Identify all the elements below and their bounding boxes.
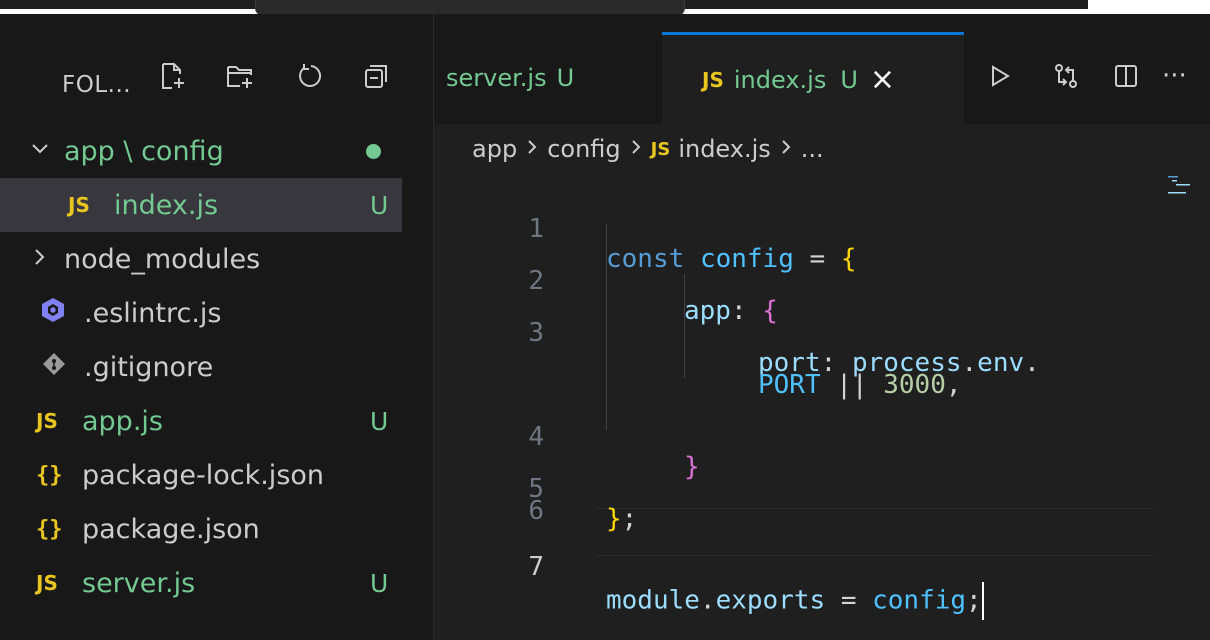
tree-item-index-js[interactable]: JS index.js U — [0, 178, 402, 232]
explorer-header: FOL... — [0, 14, 434, 124]
explorer-sidebar: FOL... app \ config JS index.js U node_m… — [0, 14, 434, 640]
folder-label: node_modules — [64, 243, 261, 275]
untracked-badge: U — [370, 568, 389, 598]
new-folder-icon — [227, 66, 252, 88]
code-line: 6 — [434, 496, 1210, 526]
tab-status: U — [840, 65, 858, 94]
js-icon: JS — [702, 67, 724, 92]
tab-index-js[interactable]: JS index.js U × — [662, 32, 964, 124]
file-label: server.js — [82, 567, 196, 599]
breadcrumb-item[interactable]: app — [472, 135, 517, 163]
tree-folder-app-config[interactable]: app \ config — [0, 124, 434, 178]
js-icon: JS — [36, 409, 58, 433]
file-label: package-lock.json — [82, 459, 325, 491]
breadcrumb: app config JS index.js ... — [434, 126, 824, 172]
git-icon — [42, 352, 66, 383]
code-line: 2 app: { — [434, 236, 1210, 326]
tab-status: U — [556, 64, 575, 92]
tab-server-js[interactable]: server.js U — [434, 32, 662, 124]
compare-changes-icon — [1055, 64, 1077, 88]
tree-item-package-json[interactable]: {} package.json — [0, 502, 434, 556]
chevron-right-icon — [525, 137, 539, 162]
folder-label: app \ config — [64, 135, 224, 167]
new-file-button[interactable] — [150, 54, 194, 98]
changes-dot — [366, 143, 381, 159]
js-icon: JS — [36, 571, 58, 595]
eslint-icon — [40, 297, 66, 330]
file-label: app.js — [82, 405, 163, 437]
run-icon — [992, 65, 1010, 87]
tree-item-gitignore[interactable]: .gitignore — [0, 340, 434, 394]
code-line: 4 } — [434, 392, 1210, 482]
tree-folder-node-modules[interactable]: node_modules — [0, 232, 434, 286]
json-icon: {} — [36, 516, 63, 542]
json-icon: {} — [36, 462, 63, 488]
new-folder-button[interactable] — [218, 54, 262, 98]
breadcrumb-item[interactable]: ... — [801, 135, 824, 163]
tab-label: server.js — [446, 64, 547, 92]
line-number: 7 — [528, 552, 544, 582]
explorer-title[interactable]: FOL... — [62, 72, 131, 98]
code-line-wrapped: PORT || 3000, — [434, 340, 1210, 400]
refresh-button[interactable] — [288, 54, 332, 98]
refresh-icon — [299, 64, 322, 87]
file-label: .gitignore — [84, 351, 214, 383]
collapse-all-icon — [365, 65, 387, 88]
code-line: 1 const config = { — [434, 184, 1210, 274]
js-icon: JS — [650, 138, 671, 160]
untracked-badge: U — [370, 190, 389, 220]
title-bar — [0, 0, 1210, 16]
file-label: package.json — [82, 513, 260, 545]
chevron-right-icon — [629, 137, 643, 162]
tree-item-app-js[interactable]: JS app.js U — [0, 394, 434, 448]
chevron-right-icon — [779, 137, 793, 162]
code-line: 7 module.exports = config; — [434, 522, 1210, 620]
close-icon[interactable]: × — [870, 62, 895, 97]
tree-item-package-lock-json[interactable]: {} package-lock.json — [0, 448, 434, 502]
chevron-right-icon — [30, 244, 50, 274]
code-line: 5 }; — [434, 444, 1210, 534]
split-editor-button[interactable] — [1104, 54, 1148, 98]
tab-label: index.js — [733, 65, 827, 94]
line-content: module.exports = config; — [606, 582, 984, 620]
code-line: 3 port: process.env. — [434, 288, 1210, 378]
file-label: index.js — [114, 189, 219, 221]
chevron-down-icon — [30, 136, 50, 166]
file-label: .eslintrc.js — [84, 297, 222, 329]
js-icon: JS — [68, 193, 90, 217]
untracked-badge: U — [370, 406, 389, 436]
breadcrumb-item[interactable]: config — [547, 135, 620, 163]
collapse-all-button[interactable] — [354, 54, 398, 98]
tree-item-server-js[interactable]: JS server.js U — [0, 556, 434, 610]
more-actions-icon: ··· — [1162, 61, 1187, 91]
tab-bar: server.js U JS index.js U × ··· — [434, 14, 1210, 124]
text-cursor — [981, 582, 984, 620]
run-button[interactable] — [978, 54, 1022, 98]
more-actions-button[interactable]: ··· — [1162, 54, 1206, 98]
split-editor-icon — [1115, 65, 1137, 87]
tree-item-eslintrc[interactable]: .eslintrc.js — [0, 286, 434, 340]
new-file-icon — [162, 63, 184, 89]
breadcrumb-item[interactable]: index.js — [678, 135, 770, 163]
compare-changes-button[interactable] — [1044, 54, 1088, 98]
editor-area: server.js U JS index.js U × ··· app conf… — [434, 14, 1210, 640]
